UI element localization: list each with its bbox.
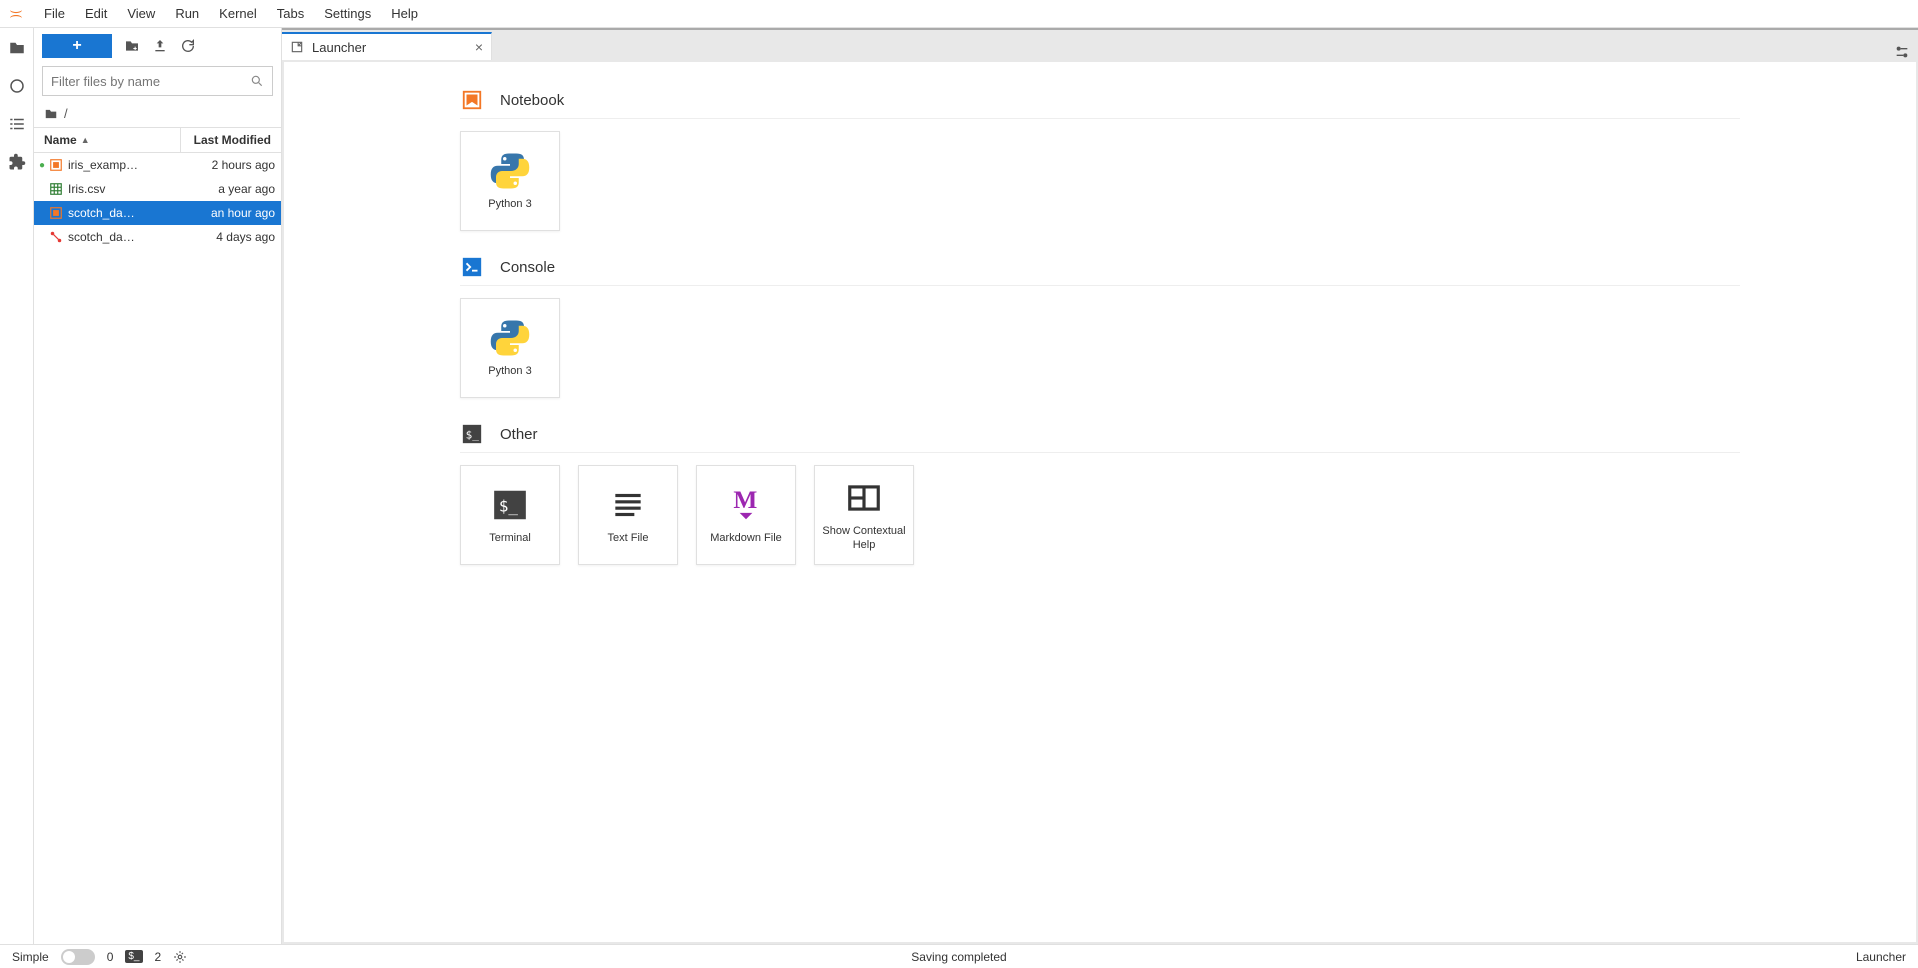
file-modified: 4 days ago <box>187 230 275 244</box>
file-row[interactable]: scotch_da…4 days ago <box>34 225 281 249</box>
tile-label: Markdown File <box>710 532 782 546</box>
svg-text:$_: $_ <box>499 496 519 515</box>
close-icon[interactable]: × <box>475 39 483 55</box>
launcher-section: $_ Other $_ Terminal Text File M Markdown File… <box>460 416 1740 565</box>
launcher-tab-icon <box>290 40 304 54</box>
tab-bar: Launcher × <box>282 28 1918 60</box>
file-row[interactable]: Iris.csva year ago <box>34 177 281 201</box>
file-browser-sidebar: + / N <box>34 28 282 944</box>
contexthelp-icon <box>843 477 885 519</box>
file-filter-input-wrap <box>42 66 273 96</box>
file-type-icon <box>48 229 64 245</box>
file-name: iris_examp… <box>68 158 187 172</box>
tab-title: Launcher <box>312 40 366 55</box>
tile-label: Python 3 <box>488 198 531 212</box>
terminal-icon: $_ <box>489 484 531 526</box>
console-section-icon <box>460 255 484 279</box>
breadcrumb-path: / <box>64 106 68 121</box>
menu-edit[interactable]: Edit <box>75 2 117 25</box>
settings-gear-icon[interactable] <box>173 950 187 964</box>
tile-label: Show Contextual Help <box>819 525 909 553</box>
column-modified-header[interactable]: Last Modified <box>181 133 281 147</box>
launcher-section: Console Python 3 <box>460 249 1740 398</box>
file-name: scotch_da… <box>68 206 187 220</box>
new-launcher-button[interactable]: + <box>42 34 112 58</box>
running-dot-icon: ● <box>38 160 46 171</box>
folder-tab-icon[interactable] <box>7 38 27 58</box>
launcher-tile-terminal[interactable]: $_ Terminal <box>460 465 560 565</box>
menu-tabs[interactable]: Tabs <box>267 2 314 25</box>
new-folder-icon[interactable] <box>124 38 140 54</box>
launcher-tile-textfile[interactable]: Text File <box>578 465 678 565</box>
status-mode[interactable]: Launcher <box>1856 950 1906 964</box>
tab-launcher[interactable]: Launcher × <box>282 32 492 60</box>
file-browser-toolbar: + <box>34 28 281 64</box>
sort-ascending-icon: ▲ <box>81 135 90 145</box>
file-type-icon <box>48 181 64 197</box>
python-icon <box>489 317 531 359</box>
launcher-section: Notebook Python 3 <box>460 82 1740 231</box>
tile-label: Python 3 <box>488 365 531 379</box>
launcher-tile-contexthelp[interactable]: Show Contextual Help <box>814 465 914 565</box>
upload-icon[interactable] <box>152 38 168 54</box>
section-title: Notebook <box>500 92 564 109</box>
tile-label: Terminal <box>489 532 531 546</box>
file-list: ●iris_examp…2 hours agoIris.csva year ag… <box>34 153 281 944</box>
file-name: Iris.csv <box>68 182 187 196</box>
notebook-section-icon <box>460 88 484 112</box>
section-title: Console <box>500 259 555 276</box>
status-saving-message: Saving completed <box>911 950 1006 964</box>
status-bar: Simple 0 $_ 2 Saving completed Launcher <box>0 944 1918 968</box>
extensions-tab-icon[interactable] <box>7 152 27 172</box>
folder-icon <box>44 107 58 121</box>
file-modified: an hour ago <box>187 206 275 220</box>
simple-toggle-label: Simple <box>12 950 49 964</box>
launcher-tile-markdown[interactable]: M Markdown File <box>696 465 796 565</box>
launcher-panel: NotebookPython 3ConsolePython 3$_Other$_… <box>284 62 1916 942</box>
menu-view[interactable]: View <box>117 2 165 25</box>
refresh-icon[interactable] <box>180 38 196 54</box>
file-row[interactable]: scotch_da…an hour ago <box>34 201 281 225</box>
running-tab-icon[interactable] <box>7 76 27 96</box>
file-modified: a year ago <box>187 182 275 196</box>
jupyter-logo-icon <box>6 4 26 24</box>
launcher-tile-python[interactable]: Python 3 <box>460 298 560 398</box>
textfile-icon <box>607 484 649 526</box>
menu-settings[interactable]: Settings <box>314 2 381 25</box>
toc-tab-icon[interactable] <box>7 114 27 134</box>
file-name: scotch_da… <box>68 230 187 244</box>
file-row[interactable]: ● iris_examp…2 hours ago <box>34 153 281 177</box>
svg-text:$_: $_ <box>466 429 480 442</box>
activity-bar <box>0 28 34 944</box>
simple-toggle[interactable] <box>61 949 95 965</box>
menu-run[interactable]: Run <box>165 2 209 25</box>
tile-label: Text File <box>608 532 649 546</box>
kernel-count[interactable]: 0 <box>107 950 114 964</box>
terminal-section-icon: $_ <box>460 422 484 446</box>
terminal-count[interactable]: 2 <box>155 950 162 964</box>
python-icon <box>489 150 531 192</box>
property-inspector-icon[interactable] <box>1894 44 1910 60</box>
menu-kernel[interactable]: Kernel <box>209 2 267 25</box>
menu-help[interactable]: Help <box>381 2 428 25</box>
breadcrumb[interactable]: / <box>34 102 281 127</box>
file-filter-input[interactable] <box>43 74 272 89</box>
file-modified: 2 hours ago <box>187 158 275 172</box>
file-list-header: Name ▲ Last Modified <box>34 127 281 153</box>
file-type-icon <box>48 205 64 221</box>
terminal-badge-icon: $_ <box>125 950 142 963</box>
menu-file[interactable]: File <box>34 2 75 25</box>
main-area: Launcher × Notebook Python 3 Console Python… <box>282 28 1918 944</box>
column-name-header[interactable]: Name ▲ <box>34 133 180 147</box>
svg-text:M: M <box>733 486 757 514</box>
section-title: Other <box>500 426 538 443</box>
file-type-icon <box>48 157 64 173</box>
menu-bar: FileEditViewRunKernelTabsSettingsHelp <box>0 0 1918 28</box>
launcher-tile-python[interactable]: Python 3 <box>460 131 560 231</box>
markdown-icon: M <box>725 484 767 526</box>
